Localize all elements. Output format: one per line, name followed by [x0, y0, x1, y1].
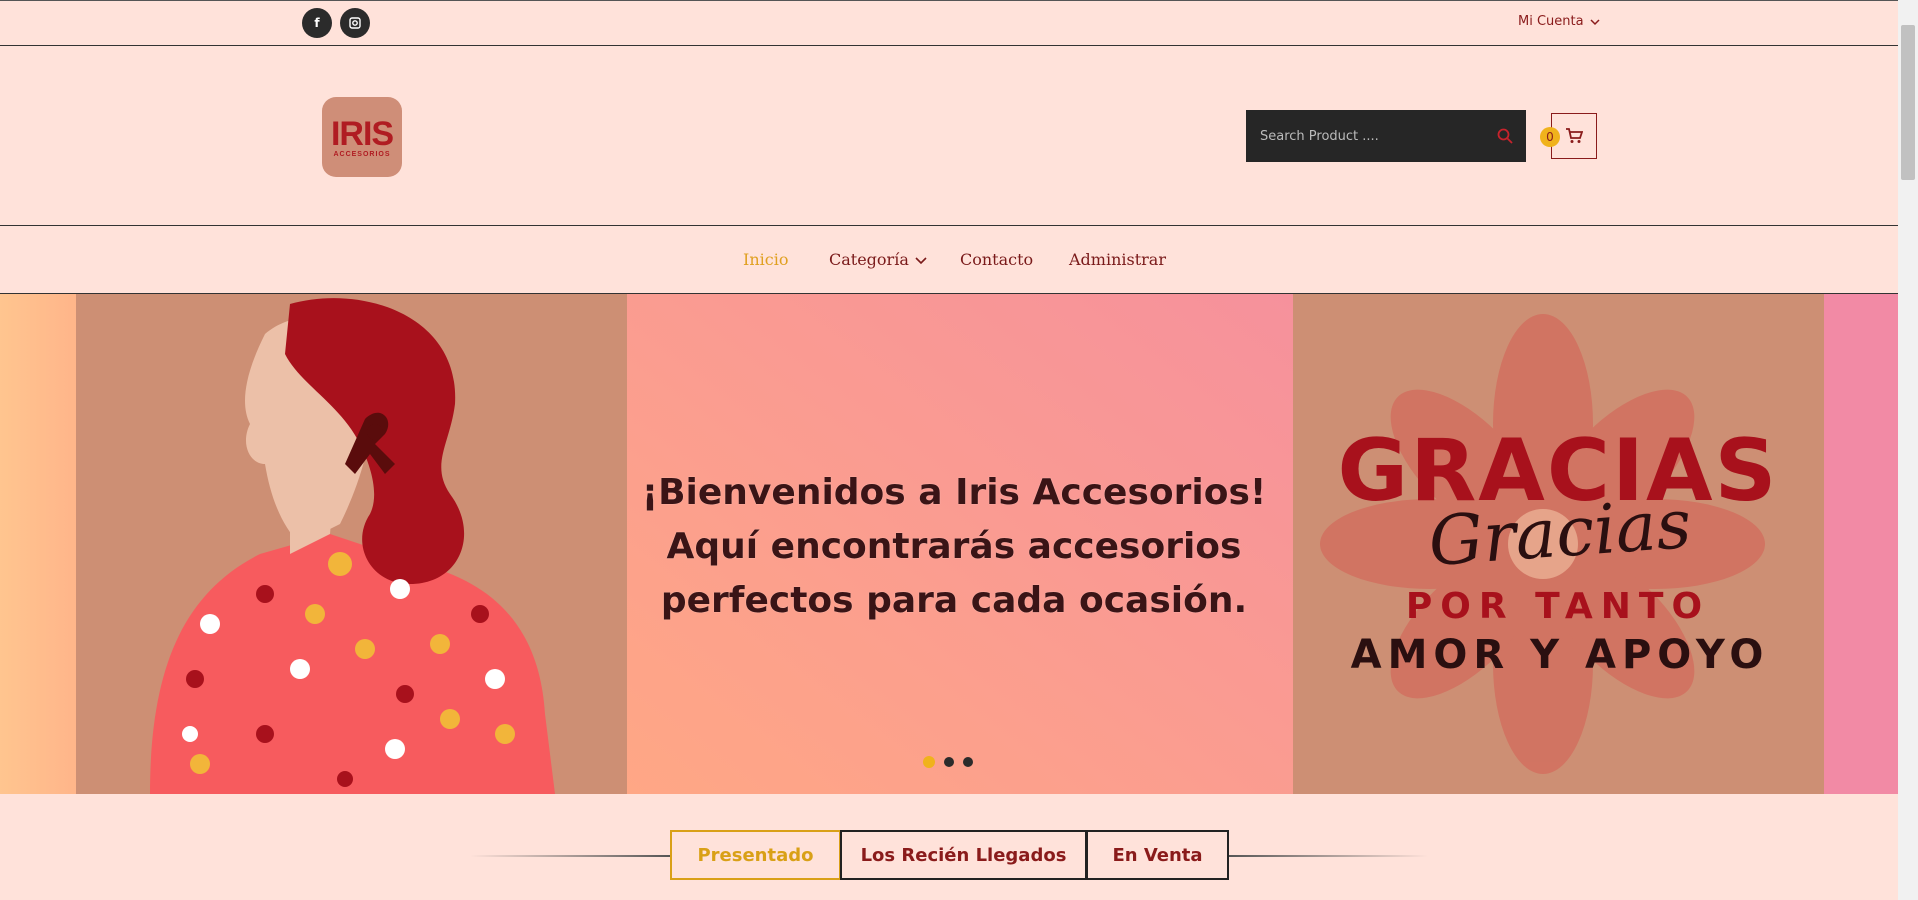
scrollbar-thumb[interactable] [1901, 25, 1915, 180]
tab-recien-llegados[interactable]: Los Recién Llegados [840, 830, 1087, 880]
tab-presentado[interactable]: Presentado [670, 830, 841, 880]
chevron-down-icon [915, 256, 927, 264]
slider-dot-3[interactable] [963, 757, 973, 767]
main-nav [0, 226, 1898, 294]
tabs-divider-left [470, 855, 670, 857]
slider-dot-1[interactable] [923, 756, 935, 768]
account-menu[interactable]: Mi Cuenta [1518, 14, 1600, 29]
hero-welcome-text: ¡Bienvenidos a Iris Accesorios! Aquí enc… [628, 466, 1280, 628]
facebook-icon[interactable]: f [302, 8, 332, 38]
site-header [0, 46, 1898, 226]
site-logo[interactable]: IRIS ACCESORIOS [322, 97, 402, 177]
welcome-line-2: Aquí encontrarás accesorios [666, 526, 1242, 567]
logo-subtext: ACCESORIOS [333, 150, 391, 158]
chevron-down-icon [1590, 18, 1600, 25]
nav-item-label: Categoría [829, 250, 909, 269]
account-label: Mi Cuenta [1518, 14, 1584, 29]
nav-item-categoria[interactable]: Categoría [829, 250, 927, 269]
nav-item-contacto[interactable]: Contacto [960, 250, 1033, 269]
logo-text: IRIS [330, 114, 394, 153]
tabs-divider-right [1228, 855, 1428, 857]
search-input[interactable] [1258, 127, 1496, 145]
instagram-icon[interactable] [340, 8, 370, 38]
hero-thanks-line2: AMOR Y APOYO [1350, 632, 1770, 678]
nav-item-inicio[interactable]: Inicio [743, 250, 788, 269]
tab-en-venta[interactable]: En Venta [1086, 830, 1229, 880]
nav-item-administrar[interactable]: Administrar [1069, 250, 1166, 269]
cart-icon [1566, 128, 1583, 143]
welcome-line-1: ¡Bienvenidos a Iris Accesorios! [641, 472, 1267, 513]
search-icon[interactable] [1496, 127, 1514, 145]
cart-count-badge: 0 [1540, 127, 1560, 147]
welcome-line-3: perfectos para cada ocasión. [660, 580, 1248, 621]
slider-dot-2[interactable] [944, 757, 954, 767]
top-bar [0, 0, 1898, 46]
search-box [1246, 110, 1526, 162]
hero-thanks-line1: POR TANTO [1405, 586, 1711, 627]
